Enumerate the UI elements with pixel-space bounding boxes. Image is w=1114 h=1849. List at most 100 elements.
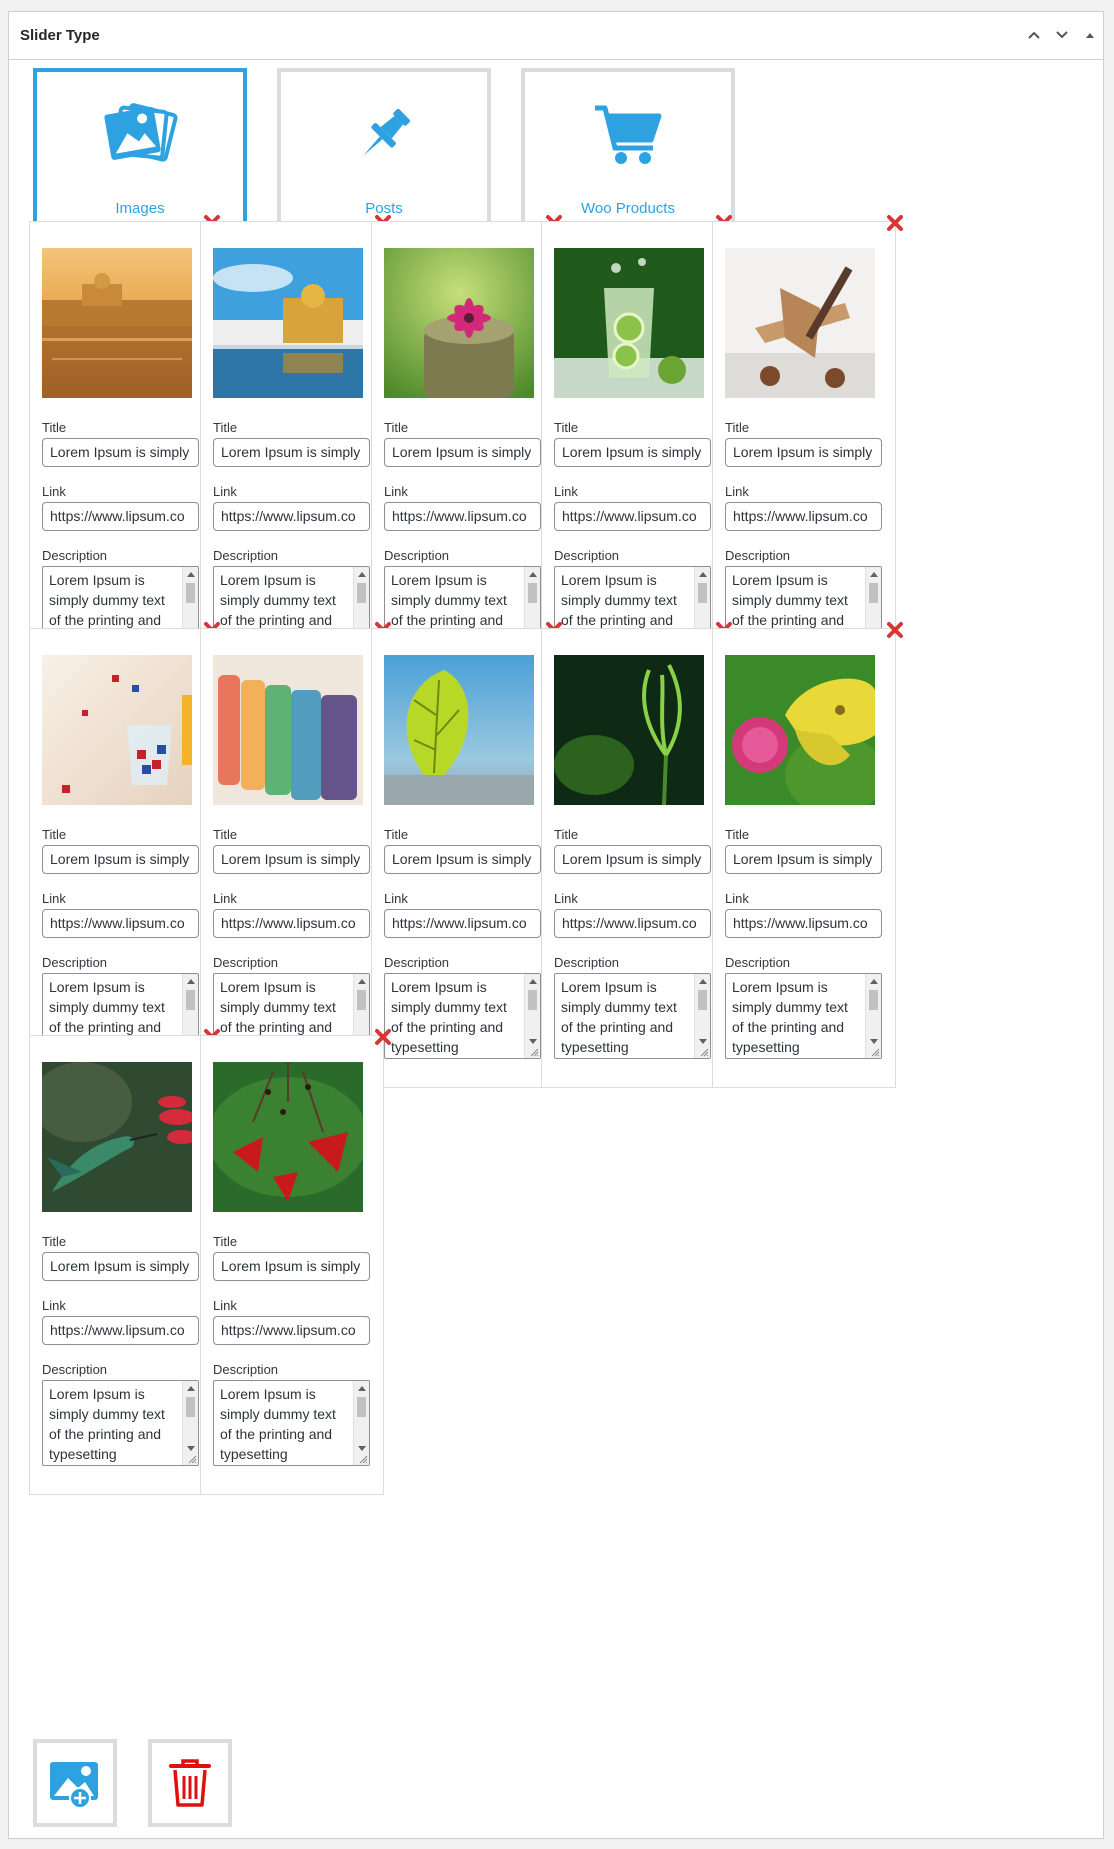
title-input[interactable]: Lorem Ipsum is simply — [213, 1252, 370, 1281]
slide-card: Title Lorem Ipsum is simply Link https:/… — [29, 1029, 220, 1495]
title-label: Title — [384, 420, 409, 435]
title-label: Title — [725, 420, 750, 435]
link-input[interactable]: https://www.lipsum.co — [554, 909, 711, 938]
link-label: Link — [725, 891, 749, 906]
scrollbar[interactable] — [865, 974, 881, 1058]
slide-image[interactable] — [42, 1062, 192, 1212]
slide-image[interactable] — [42, 248, 192, 398]
link-label: Link — [213, 484, 237, 499]
description-textarea[interactable]: Lorem Ipsum is simply dummy text of the … — [213, 1380, 370, 1466]
description-textarea[interactable]: Lorem Ipsum is simply dummy text of the … — [384, 973, 541, 1059]
slide-card: Title Lorem Ipsum is simply Link https:/… — [200, 215, 391, 681]
slide-image[interactable] — [725, 248, 875, 398]
description-label: Description — [213, 1362, 279, 1377]
title-input[interactable]: Lorem Ipsum is simply — [213, 845, 370, 874]
resize-grip-icon[interactable] — [187, 1454, 197, 1464]
link-label: Link — [384, 484, 408, 499]
link-label: Link — [213, 891, 237, 906]
slide-card: Title Lorem Ipsum is simply Link https:/… — [29, 622, 220, 1088]
link-input[interactable]: https://www.lipsum.co — [384, 909, 541, 938]
slide-image-graphic — [213, 1062, 363, 1212]
remove-slide-button[interactable] — [373, 1027, 393, 1047]
link-input[interactable]: https://www.lipsum.co — [213, 502, 370, 531]
move-up-button[interactable] — [1021, 22, 1047, 48]
title-input[interactable]: Lorem Ipsum is simply — [213, 438, 370, 467]
link-label: Link — [725, 484, 749, 499]
close-icon — [887, 215, 903, 231]
slide-image[interactable] — [213, 655, 363, 805]
chevron-down-icon — [1056, 31, 1068, 39]
slide-image-graphic — [554, 248, 704, 398]
slide-card: Title Lorem Ipsum is simply Link https:/… — [541, 215, 732, 681]
link-input[interactable]: https://www.lipsum.co — [725, 502, 882, 531]
link-input[interactable]: https://www.lipsum.co — [42, 909, 199, 938]
description-label: Description — [213, 955, 279, 970]
description-text: Lorem Ipsum is simply dummy text of the … — [49, 1386, 165, 1462]
scrollbar[interactable] — [524, 974, 540, 1058]
title-input[interactable]: Lorem Ipsum is simply — [725, 438, 882, 467]
title-input[interactable]: Lorem Ipsum is simply — [42, 845, 199, 874]
link-input[interactable]: https://www.lipsum.co — [554, 502, 711, 531]
slide-image[interactable] — [554, 248, 704, 398]
add-image-icon — [50, 1762, 98, 1809]
link-input[interactable]: https://www.lipsum.co — [384, 502, 541, 531]
add-images-button[interactable] — [33, 1739, 117, 1827]
description-textarea[interactable]: Lorem Ipsum is simply dummy text of the … — [554, 973, 711, 1059]
title-input[interactable]: Lorem Ipsum is simply — [554, 438, 711, 467]
slide-image[interactable] — [213, 1062, 363, 1212]
slide-image-graphic — [42, 655, 192, 805]
slide-image-graphic — [42, 1062, 192, 1212]
remove-slide-button[interactable] — [885, 620, 905, 640]
title-input[interactable]: Lorem Ipsum is simply — [725, 845, 882, 874]
toggle-panel-button[interactable] — [1077, 22, 1103, 48]
title-input[interactable]: Lorem Ipsum is simply — [384, 845, 541, 874]
slider-type-panel: Slider Type Images Posts Woo Products Ti… — [8, 11, 1104, 1839]
slide-image[interactable] — [725, 655, 875, 805]
description-label: Description — [725, 548, 791, 563]
slide-image[interactable] — [213, 248, 363, 398]
shopping-cart-icon — [595, 105, 662, 164]
description-textarea[interactable]: Lorem Ipsum is simply dummy text of the … — [725, 973, 882, 1059]
resize-grip-icon[interactable] — [870, 1047, 880, 1057]
scrollbar[interactable] — [694, 974, 710, 1058]
description-label: Description — [42, 955, 108, 970]
title-label: Title — [213, 827, 238, 842]
slide-image[interactable] — [554, 655, 704, 805]
description-textarea[interactable]: Lorem Ipsum is simply dummy text of the … — [42, 1380, 199, 1466]
scrollbar[interactable] — [353, 1381, 369, 1465]
slider-type-images[interactable]: Images — [33, 68, 247, 234]
slide-image-graphic — [384, 248, 534, 398]
title-label: Title — [384, 827, 409, 842]
link-input[interactable]: https://www.lipsum.co — [42, 502, 199, 531]
link-input[interactable]: https://www.lipsum.co — [725, 909, 882, 938]
link-label: Link — [554, 891, 578, 906]
link-input[interactable]: https://www.lipsum.co — [42, 1316, 199, 1345]
title-input[interactable]: Lorem Ipsum is simply — [42, 438, 199, 467]
resize-grip-icon[interactable] — [529, 1047, 539, 1057]
slide-image[interactable] — [384, 655, 534, 805]
resize-grip-icon[interactable] — [699, 1047, 709, 1057]
description-text: Lorem Ipsum is simply dummy text of the … — [220, 1386, 336, 1462]
link-input[interactable]: https://www.lipsum.co — [213, 909, 370, 938]
close-icon — [887, 622, 903, 638]
slide-image[interactable] — [384, 248, 534, 398]
slider-type-woo-products[interactable]: Woo Products — [521, 68, 735, 234]
link-input[interactable]: https://www.lipsum.co — [213, 1316, 370, 1345]
title-input[interactable]: Lorem Ipsum is simply — [42, 1252, 199, 1281]
title-input[interactable]: Lorem Ipsum is simply — [554, 845, 711, 874]
remove-slide-button[interactable] — [885, 213, 905, 233]
link-label: Link — [42, 484, 66, 499]
scrollbar[interactable] — [182, 1381, 198, 1465]
slider-type-posts[interactable]: Posts — [277, 68, 491, 234]
slide-image-graphic — [384, 655, 534, 805]
move-down-button[interactable] — [1049, 22, 1075, 48]
link-label: Link — [554, 484, 578, 499]
title-input[interactable]: Lorem Ipsum is simply — [384, 438, 541, 467]
remove-all-button[interactable] — [148, 1739, 232, 1827]
slide-card: Title Lorem Ipsum is simply Link https:/… — [200, 622, 391, 1088]
description-label: Description — [554, 548, 620, 563]
slide-image[interactable] — [42, 655, 192, 805]
resize-grip-icon[interactable] — [358, 1454, 368, 1464]
description-text: Lorem Ipsum is simply dummy text of the … — [561, 979, 677, 1055]
description-label: Description — [554, 955, 620, 970]
